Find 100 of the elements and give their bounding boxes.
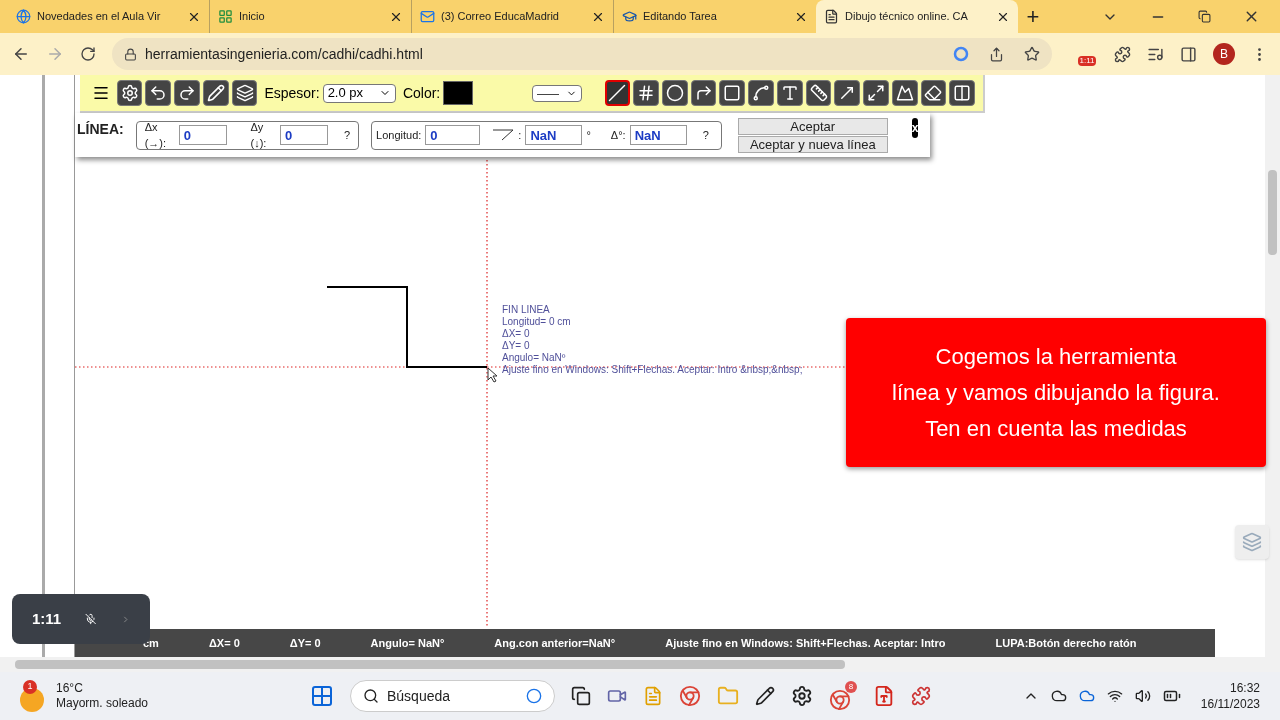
- bookmark-star-icon[interactable]: [1024, 46, 1040, 62]
- volume-icon[interactable]: [1134, 688, 1151, 704]
- clock-date[interactable]: 16/11/2023: [1200, 696, 1260, 712]
- hatch-tool[interactable]: [863, 80, 889, 106]
- circle-icon: [665, 84, 684, 102]
- arrow-tool[interactable]: [834, 80, 861, 106]
- extension-badge: 1:11: [1077, 56, 1097, 66]
- document-icon: [824, 9, 839, 24]
- angle-separator: :: [518, 127, 522, 143]
- help-link[interactable]: ?: [702, 126, 709, 144]
- tab-title: (3) Correo EducaMadrid: [441, 9, 560, 25]
- eraser-icon: [924, 84, 943, 102]
- eraser-tool[interactable]: [920, 80, 947, 106]
- pages-icon: [953, 84, 972, 102]
- callout-text: Cogemos la herramienta: [935, 342, 1177, 371]
- share-icon[interactable]: [989, 46, 1004, 62]
- status-text: ΔY= 0: [289, 635, 321, 651]
- status-text: Ang.con anterior=NaN°: [494, 635, 616, 651]
- color-swatch[interactable]: [443, 81, 473, 105]
- task-view-icon[interactable]: [571, 686, 591, 706]
- delta-angle-label: Δ°:: [610, 127, 626, 143]
- weather-icon[interactable]: [20, 688, 44, 712]
- lock-icon: [124, 47, 137, 61]
- globe-icon: [16, 9, 31, 24]
- reload-icon[interactable]: [80, 46, 96, 62]
- tab-title: Editando Tarea: [643, 9, 718, 25]
- horizontal-scrollbar[interactable]: [0, 657, 1280, 672]
- profile-avatar[interactable]: B: [1213, 43, 1235, 65]
- status-text: LUPA:Botón derecho ratón: [995, 635, 1137, 651]
- callout-text: Ten en cuenta las medidas: [925, 414, 1187, 443]
- hatch-icon: [867, 84, 885, 102]
- angle-field[interactable]: NaN: [525, 125, 583, 145]
- status-text: Ajuste fino en Windows: Shift+Flechas. Aceptar: Intro: [665, 635, 946, 651]
- browser-icon[interactable]: [679, 685, 701, 707]
- restore-icon[interactable]: [1198, 10, 1211, 23]
- extensions-icon[interactable]: [1114, 45, 1131, 63]
- longitud-field[interactable]: 0: [425, 125, 481, 145]
- settings-tool[interactable]: [116, 80, 143, 106]
- side-panel-icon[interactable]: [1180, 45, 1197, 63]
- delta-angle-field[interactable]: NaN: [629, 125, 687, 145]
- angle-icon: [492, 129, 515, 141]
- tab-title: Inicio: [239, 9, 266, 25]
- close-button[interactable]: x: [911, 118, 919, 138]
- dx-field[interactable]: 0: [178, 125, 227, 145]
- degree-sign: °: [586, 127, 591, 143]
- new-tab-button[interactable]: +: [1018, 0, 1048, 33]
- tool-app-icon[interactable]: [911, 686, 931, 706]
- redo-icon: [178, 84, 197, 102]
- callout-text: línea y vamos dibujando la figura.: [892, 378, 1220, 407]
- vertical-scrollbar[interactable]: [1265, 75, 1280, 657]
- panel-title: LÍNEA:: [77, 120, 124, 139]
- recording-time: 1:11: [32, 608, 62, 629]
- dy-label: Δy (↓):: [250, 119, 268, 151]
- dx-label: Δx (→):: [144, 119, 168, 151]
- accept-new-line-button[interactable]: Aceptar y nueva línea: [737, 135, 888, 153]
- onedrive-icon[interactable]: [1078, 688, 1095, 704]
- cloud-icon[interactable]: [1050, 688, 1067, 704]
- arc-tool[interactable]: [690, 80, 717, 106]
- circle-tool[interactable]: [662, 80, 688, 106]
- pencil-icon: [206, 84, 225, 102]
- pencil-tool[interactable]: [202, 80, 229, 106]
- extension-button[interactable]: 1:11: [1076, 42, 1098, 66]
- wifi-icon[interactable]: [1106, 688, 1123, 704]
- rectangle-tool[interactable]: [719, 80, 746, 106]
- pdf-icon[interactable]: [873, 685, 895, 707]
- settings-icon[interactable]: [791, 685, 813, 707]
- curve-tool[interactable]: [748, 80, 774, 106]
- taskbar-search-field[interactable]: Búsqueda: [350, 680, 555, 712]
- browser-tab[interactable]: Editando Tarea: [614, 0, 816, 33]
- address-field[interactable]: herramientasingenieria.com/cadhi/cadhi.html: [112, 38, 1052, 70]
- menu-icon: [91, 84, 110, 102]
- search-icon: [363, 688, 379, 704]
- line-style-select[interactable]: ——: [531, 84, 582, 102]
- redo-tool[interactable]: [174, 80, 200, 106]
- crossed-line-icon: [637, 84, 656, 102]
- settings-icon: [120, 84, 139, 102]
- temperature: 16°C: [56, 681, 84, 696]
- help-link[interactable]: ?: [343, 126, 351, 144]
- dimension-tool[interactable]: [805, 80, 832, 106]
- back-icon[interactable]: [12, 45, 30, 63]
- browser-icon[interactable]: [829, 689, 851, 711]
- drawing-app-icon[interactable]: [755, 686, 775, 706]
- dy-field[interactable]: 0: [280, 125, 328, 145]
- windows-start-icon[interactable]: [310, 684, 334, 708]
- clock-time[interactable]: 16:32: [1229, 680, 1260, 696]
- text-tool-tool[interactable]: [776, 80, 803, 106]
- browser-tab[interactable]: Dibujo técnico online. CA: [816, 0, 1018, 33]
- mountain-tool[interactable]: [891, 80, 918, 106]
- tab-title: Dibujo técnico online. CA: [845, 9, 969, 25]
- search-placeholder: Búsqueda: [387, 686, 452, 706]
- browser-badge: 8: [845, 681, 857, 693]
- accept-button[interactable]: Aceptar: [737, 117, 888, 135]
- line-tool[interactable]: [604, 80, 631, 106]
- pages-tool[interactable]: [949, 80, 976, 106]
- undo-tool[interactable]: [145, 80, 172, 106]
- line-icon: [608, 84, 627, 102]
- espesor-select[interactable]: 2.0 px: [322, 83, 396, 103]
- crossed-line-tool[interactable]: [633, 80, 659, 106]
- longitud-label: Longitud:: [376, 127, 422, 143]
- layers-tool[interactable]: [231, 80, 258, 106]
